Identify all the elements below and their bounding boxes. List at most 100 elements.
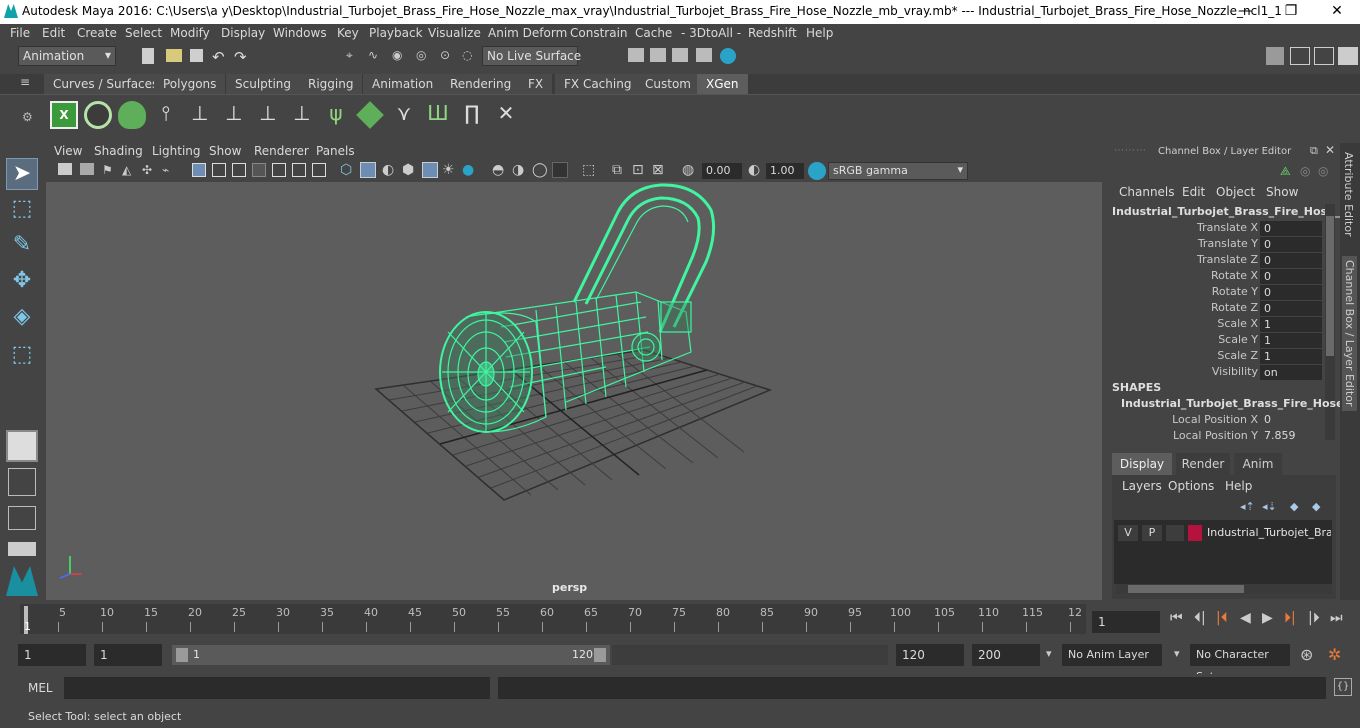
grid-toggle-icon[interactable]: ✣ <box>142 163 160 181</box>
channel-menu-show[interactable]: Show <box>1266 185 1298 199</box>
side-tab-attribute-editor[interactable]: Attribute Editor <box>1342 152 1355 237</box>
new-layer-selected-icon[interactable]: ◆ <box>1312 500 1320 513</box>
menu-3dtoall[interactable]: - 3DtoAll - <box>681 26 741 40</box>
scale-tool-icon[interactable]: ⬚ <box>6 342 38 374</box>
channel-box-toggle-icon[interactable] <box>1290 47 1310 65</box>
close-panel-icon[interactable]: ✕ <box>1325 143 1335 157</box>
channel-label-rotate-x[interactable]: Rotate X <box>1112 269 1258 282</box>
snap-point-icon[interactable]: ◉ <box>392 48 410 66</box>
channel-value-scale-z[interactable]: 1 <box>1260 349 1322 364</box>
channel-label-visibility[interactable]: Visibility <box>1112 365 1258 378</box>
step-forward-frame-icon[interactable]: |⏵ <box>1308 610 1320 626</box>
move-layer-down-icon[interactable]: ◂⇣ <box>1262 500 1277 513</box>
shelf-tab-fx-caching[interactable]: FX Caching <box>555 74 642 94</box>
channel-label-scale-y[interactable]: Scale Y <box>1112 333 1258 346</box>
resolution-gate-icon[interactable] <box>212 163 226 177</box>
step-forward-key-icon[interactable]: ⏵| <box>1284 610 1296 626</box>
xgen-guide-visibility-icon[interactable]: ⊥ <box>254 101 282 129</box>
shelf-tab-rendering[interactable]: Rendering <box>441 74 522 94</box>
textured-icon[interactable]: ⬢ <box>402 162 420 180</box>
menu-display[interactable]: Display <box>221 26 265 40</box>
layer-color-swatch[interactable] <box>1188 525 1202 541</box>
xgen-place-guides-icon[interactable]: ⊥ <box>186 101 214 129</box>
layer-tab-anim[interactable]: Anim <box>1234 453 1282 475</box>
hud-icon[interactable]: ⧉ <box>612 162 630 180</box>
ambient-occlusion-icon[interactable]: ◓ <box>492 162 510 180</box>
playback-end-field[interactable]: 120 <box>896 644 964 666</box>
command-input[interactable] <box>64 677 490 699</box>
shape-select-icon[interactable]: ⟁ <box>1280 164 1291 179</box>
channel-label-translate-z[interactable]: Translate Z <box>1112 253 1258 266</box>
go-to-start-icon[interactable]: ⏮ <box>1170 610 1183 626</box>
gamma-field[interactable]: 1.00 <box>766 163 804 179</box>
menu-visualize[interactable]: Visualize <box>428 26 481 40</box>
new-scene-icon[interactable] <box>142 48 154 64</box>
channel-menu-channels[interactable]: Channels <box>1119 185 1175 199</box>
redo-icon[interactable]: ↷ <box>234 48 252 66</box>
maximize-button[interactable]: ❐ <box>1268 0 1314 24</box>
rotate-tool-icon[interactable]: ◈ <box>6 304 38 336</box>
multisample-aa-icon[interactable]: ◯ <box>532 162 550 180</box>
chevron-down-icon[interactable]: ▾ <box>1046 647 1052 660</box>
snap-curve-icon[interactable]: ∿ <box>368 48 386 66</box>
shape-value-local-position-x[interactable]: 0 <box>1264 413 1271 426</box>
script-editor-icon[interactable]: {} <box>1334 678 1352 696</box>
channel-label-rotate-y[interactable]: Rotate Y <box>1112 285 1258 298</box>
render-settings-icon[interactable] <box>696 48 712 62</box>
channel-menu-object[interactable]: Object <box>1216 185 1255 199</box>
menu-select[interactable]: Select <box>125 26 162 40</box>
wireframe-on-shaded-icon[interactable]: ◐ <box>382 162 400 180</box>
viewport-menu-view[interactable]: View <box>54 144 82 158</box>
viewport-menu-show[interactable]: Show <box>209 144 241 158</box>
shelf-tab-sculpting[interactable]: Sculpting <box>226 74 302 94</box>
hypershade-icon[interactable] <box>720 48 736 64</box>
step-back-frame-icon[interactable]: ⏴| <box>1194 610 1206 626</box>
smooth-shade-icon[interactable] <box>360 162 376 178</box>
play-backwards-icon[interactable]: ◀ <box>1240 610 1251 626</box>
image-plane-icon[interactable]: ◭ <box>122 163 140 181</box>
channel-value-translate-x[interactable]: 0 <box>1260 221 1322 236</box>
go-to-end-icon[interactable]: ⏭ <box>1330 610 1343 626</box>
shelf-tab-polygons[interactable]: Polygons <box>154 74 227 94</box>
layer-hscrollbar-thumb[interactable] <box>1128 585 1244 593</box>
layer-playback-toggle[interactable]: P <box>1142 525 1162 541</box>
two-view-layout-icon[interactable] <box>8 506 36 530</box>
grease-pencil-icon[interactable]: ⊡ <box>632 162 650 180</box>
shelf-tab-custom[interactable]: Custom <box>636 74 701 94</box>
command-language-label[interactable]: MEL <box>28 681 53 695</box>
channel-label-scale-x[interactable]: Scale X <box>1112 317 1258 330</box>
viewport-menu-shading[interactable]: Shading <box>94 144 143 158</box>
move-tool-icon[interactable]: ✥ <box>6 268 38 300</box>
lasso-tool-icon[interactable]: ⬚ <box>6 196 38 228</box>
menu-redshift[interactable]: Redshift <box>748 26 797 40</box>
xgen-lock-guides-icon[interactable]: ⊥ <box>288 101 316 129</box>
layer-type-toggle[interactable] <box>1166 525 1184 541</box>
channel-value-translate-y[interactable]: 0 <box>1260 237 1322 252</box>
channel-label-translate-x[interactable]: Translate X <box>1112 221 1258 234</box>
range-slider-end-handle[interactable] <box>594 648 606 662</box>
channel-label-scale-z[interactable]: Scale Z <box>1112 349 1258 362</box>
outliner-layout-icon[interactable] <box>8 542 36 556</box>
channel-value-rotate-z[interactable]: 0 <box>1260 301 1322 316</box>
layer-tab-display[interactable]: Display <box>1112 453 1172 475</box>
menu-modify[interactable]: Modify <box>170 26 210 40</box>
tool-settings-toggle-icon[interactable] <box>1338 47 1358 65</box>
shadows-icon[interactable]: ☀ <box>442 162 460 180</box>
menu-edit[interactable]: Edit <box>42 26 65 40</box>
film-gate-icon[interactable]: ⌁ <box>162 163 180 181</box>
close-button[interactable]: ✕ <box>1314 0 1360 24</box>
xray-icon[interactable]: ● <box>462 162 480 180</box>
animation-start-field[interactable]: 1 <box>18 644 86 666</box>
ipr-render-icon[interactable] <box>672 48 688 62</box>
channel-value-rotate-x[interactable]: 0 <box>1260 269 1322 284</box>
use-all-lights-icon[interactable] <box>422 162 438 178</box>
open-scene-icon[interactable] <box>166 49 182 62</box>
shelf-tab-curves-surfaces[interactable]: Curves / Surfaces <box>44 74 169 94</box>
minimize-button[interactable]: — <box>1222 0 1268 24</box>
xgen-editor-icon[interactable]: X <box>50 101 78 129</box>
four-view-layout-icon[interactable] <box>8 468 36 496</box>
animation-end-field[interactable]: 200 <box>972 644 1040 666</box>
channel-menu-edit[interactable]: Edit <box>1182 185 1205 199</box>
shape-name[interactable]: Industrial_Turbojet_Brass_Fire_Hose... <box>1121 397 1356 410</box>
shelf-settings-icon[interactable]: ⚙ <box>22 110 33 124</box>
